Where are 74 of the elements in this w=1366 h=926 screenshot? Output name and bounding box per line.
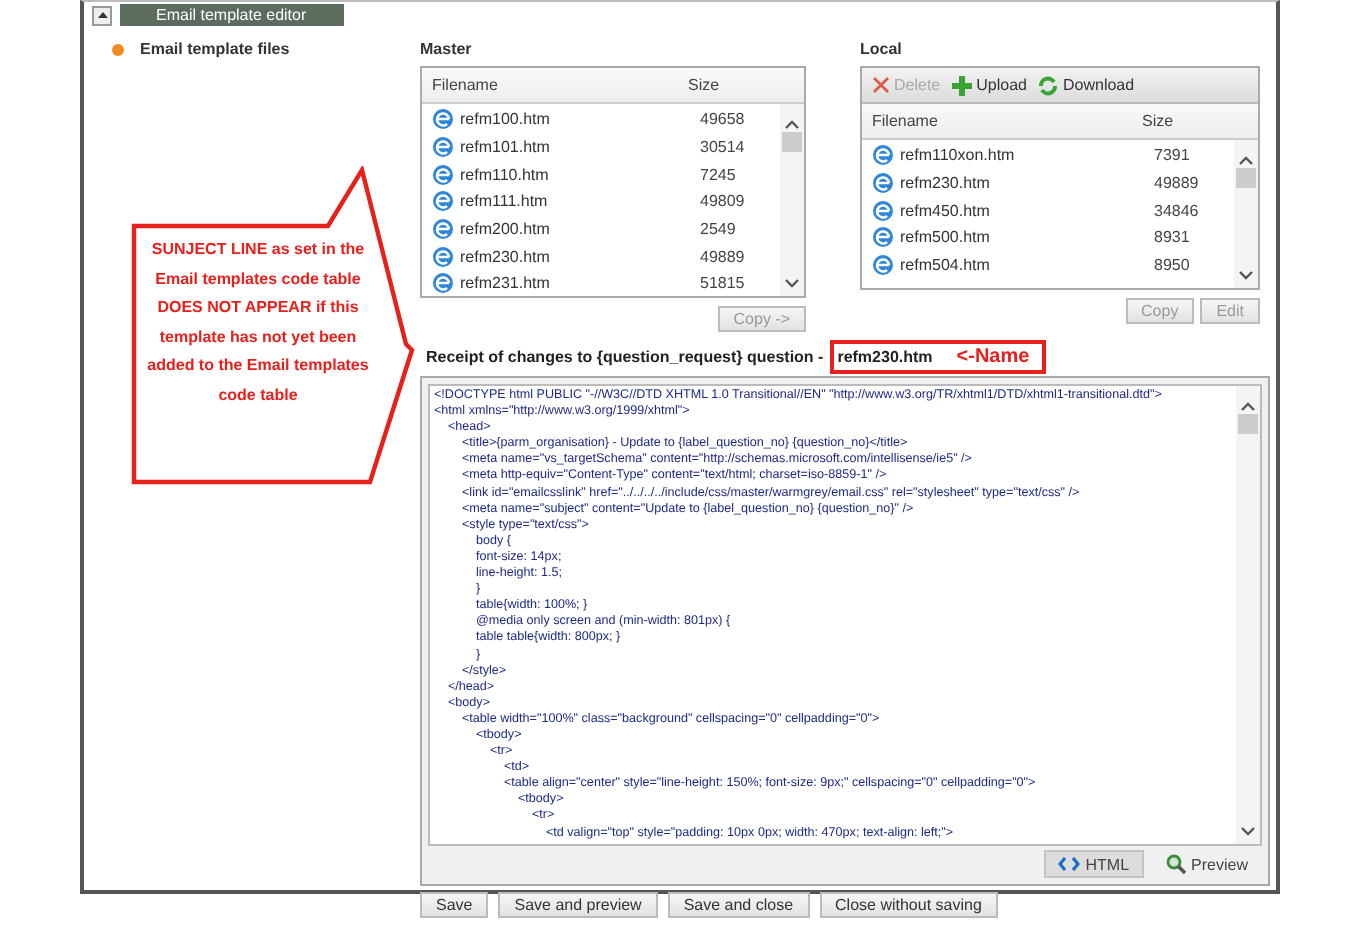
panel-title: Local [860, 40, 904, 58]
cross-icon [872, 76, 890, 94]
web-file-icon [432, 245, 454, 268]
column-header[interactable]: Size [688, 76, 768, 94]
circular-arrows-icon [1038, 75, 1059, 95]
filename-cell[interactable]: refm110.htm [460, 165, 694, 184]
view-tab[interactable]: Preview [1151, 850, 1262, 878]
size-cell-text: 7391 [1154, 146, 1192, 165]
filename-cell[interactable]: refm500.htm [900, 228, 1148, 247]
size-cell-text: 2549 [700, 220, 738, 239]
view-tab[interactable]: HTML [1043, 850, 1144, 878]
size-cell-text: 49889 [700, 247, 747, 266]
chevron-down-icon[interactable] [1240, 826, 1256, 836]
section-header: Email template editor [120, 4, 344, 26]
size-cell-text: 49889 [1154, 174, 1201, 193]
action-button[interactable]: Save and close [667, 892, 810, 918]
filename-cell[interactable]: refm504.htm [900, 256, 1148, 275]
filename-cell[interactable]: refm111.htm [460, 192, 694, 211]
chevron-up-icon[interactable] [1238, 156, 1254, 166]
chevron-up-icon[interactable] [1240, 402, 1256, 412]
size-cell-text: 51815 [700, 274, 747, 293]
web-file-icon [872, 144, 894, 167]
size-cell-text: 8950 [1154, 256, 1192, 275]
file-name: refm230.htm [837, 348, 933, 366]
web-file-icon [872, 226, 894, 249]
editor-title: Receipt of changes to {question_request} question - [426, 348, 824, 366]
download-button[interactable]: Download [1038, 75, 1135, 95]
column-header[interactable]: Filename [432, 76, 688, 94]
web-file-icon [432, 218, 454, 241]
plus-icon [952, 75, 973, 95]
filename-cell[interactable]: refm231.htm [460, 274, 694, 293]
web-file-icon [432, 108, 454, 131]
size-cell-text: 34846 [1154, 201, 1201, 220]
web-file-icon [872, 254, 894, 277]
collapse-toggle[interactable] [92, 5, 112, 25]
web-file-icon [872, 199, 894, 222]
scrollbar[interactable] [1234, 140, 1258, 288]
chevron-down-icon[interactable] [1238, 270, 1254, 280]
upload-button[interactable]: Upload [952, 75, 1027, 95]
filename-cell[interactable]: refm100.htm [460, 110, 694, 129]
filename-cell[interactable]: refm450.htm [900, 201, 1148, 220]
scroll-thumb[interactable] [1238, 414, 1258, 434]
filename-cell[interactable]: refm200.htm [460, 220, 694, 239]
size-cell-text: 30514 [700, 138, 747, 157]
scroll-thumb[interactable] [1236, 168, 1256, 188]
web-file-icon [432, 136, 454, 159]
column-header[interactable]: Filename [872, 112, 1142, 130]
web-file-icon [872, 172, 894, 195]
panel-title: Master [420, 40, 474, 58]
chevron-down-icon[interactable] [784, 278, 800, 288]
action-button[interactable]: Save and preview [498, 892, 658, 918]
web-file-icon [432, 190, 454, 213]
filename-cell[interactable]: refm101.htm [460, 138, 694, 157]
caret-icon [95, 8, 109, 22]
filename-cell[interactable]: refm230.htm [900, 174, 1148, 193]
action-button[interactable]: Save [420, 892, 489, 918]
filename-cell[interactable]: refm230.htm [460, 247, 694, 266]
scrollbar[interactable] [780, 104, 804, 296]
filename-cell[interactable]: refm110xon.htm [900, 146, 1148, 165]
size-cell-text: 49809 [700, 192, 747, 211]
annotation-label: <-Name [956, 346, 1030, 368]
sidebar-item[interactable]: Email template files [140, 40, 290, 58]
web-file-icon [432, 163, 454, 186]
size-cell-text: 8931 [1154, 228, 1192, 247]
scroll-thumb[interactable] [782, 132, 802, 152]
chevron-up-icon[interactable] [784, 120, 800, 130]
size-cell-text: 49658 [700, 110, 747, 129]
magnifier-icon [1165, 854, 1186, 874]
action-button[interactable]: Close without saving [819, 892, 998, 918]
callout-text: SUNJECT LINE as set in the Email templates code table DOES NOT APPEAR if this template has not yet been added to the Email templates code table [146, 238, 370, 407]
code-brackets-icon [1057, 856, 1080, 872]
scrollbar[interactable] [1236, 386, 1260, 844]
column-header[interactable]: Size [1142, 112, 1222, 130]
size-cell-text: 7245 [700, 165, 738, 184]
